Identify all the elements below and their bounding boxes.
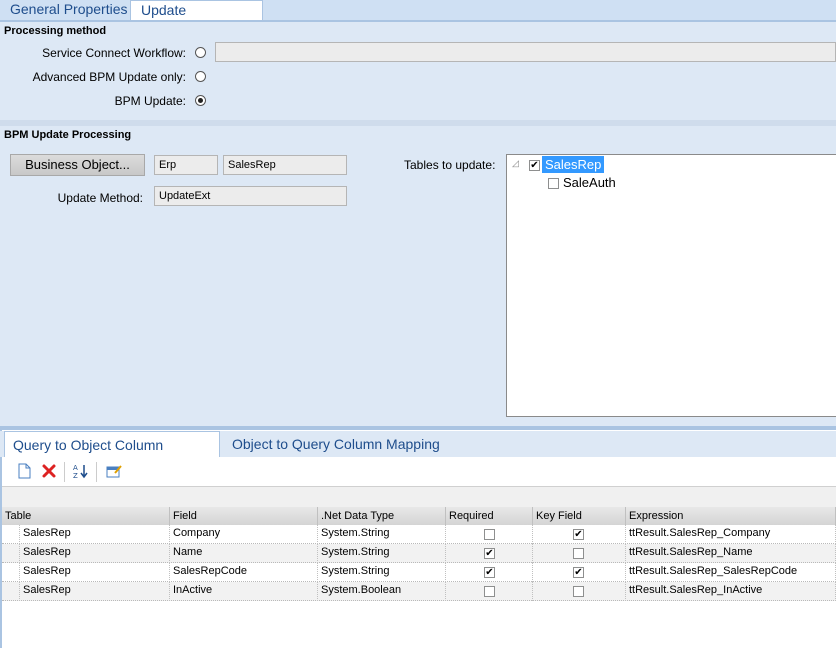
required-checkbox[interactable]: ✔ <box>484 567 495 578</box>
table-row[interactable]: SalesRep InActive System.Boolean ttResul… <box>2 582 836 601</box>
cell-required: ✔ <box>446 563 533 582</box>
cell-key-field: ✔ <box>533 525 626 544</box>
update-method-label: Update Method: <box>57 191 143 205</box>
cell-required <box>446 582 533 601</box>
column-header-expression[interactable]: Expression <box>626 507 836 525</box>
tree-node-saleauth[interactable]: SaleAuth <box>563 174 616 191</box>
table-row[interactable]: SalesRep Name System.String ✔ ttResult.S… <box>2 544 836 563</box>
cell-type[interactable]: System.String <box>318 525 446 544</box>
cell-table[interactable]: SalesRep <box>20 544 170 563</box>
grid-body: SalesRep Company System.String ✔ ttResul… <box>2 525 836 605</box>
cell-table[interactable]: SalesRep <box>20 525 170 544</box>
collapse-icon[interactable]: ◿ <box>512 158 519 169</box>
service-connect-radio[interactable] <box>195 47 206 58</box>
mapping-top-border <box>0 426 836 430</box>
workflow-field[interactable] <box>215 42 836 62</box>
table-row[interactable]: SalesRep Company System.String ✔ ttResul… <box>2 525 836 544</box>
cell-key-field <box>533 544 626 563</box>
edit-icon[interactable] <box>106 463 122 479</box>
cell-key-field: ✔ <box>533 563 626 582</box>
cell-expression[interactable]: ttResult.SalesRep_Name <box>626 544 836 563</box>
cell-field[interactable]: Company <box>170 525 318 544</box>
cell-required <box>446 525 533 544</box>
tab-query-to-object[interactable]: Query to Object Column Mapping <box>4 431 220 479</box>
tree-node-salesrep[interactable]: SalesRep <box>542 156 605 173</box>
required-checkbox[interactable] <box>484 529 495 540</box>
tab-update-processing[interactable]: Update Processing <box>130 0 263 36</box>
table-row[interactable]: SalesRep SalesRepCode System.String ✔ ✔ … <box>2 563 836 582</box>
sort-az-icon[interactable]: A Z <box>73 463 89 479</box>
advanced-bpm-radio[interactable] <box>195 71 206 82</box>
cell-field[interactable]: SalesRepCode <box>170 563 318 582</box>
bo-namespace-field[interactable]: Erp <box>154 155 218 175</box>
toolbar-separator <box>96 462 97 482</box>
tables-to-update-label: Tables to update: <box>404 158 496 172</box>
row-selector[interactable] <box>2 544 20 563</box>
delete-icon[interactable] <box>41 463 57 479</box>
row-selector[interactable] <box>2 563 20 582</box>
group-by-area[interactable] <box>2 487 836 507</box>
key-field-checkbox[interactable]: ✔ <box>573 529 584 540</box>
cell-key-field <box>533 582 626 601</box>
row-selector[interactable] <box>2 582 20 601</box>
top-tab-strip: General Properties Update Processing <box>0 0 836 36</box>
column-header-table[interactable]: Table <box>2 507 170 525</box>
cell-field[interactable]: Name <box>170 544 318 563</box>
processing-method-panel: Service Connect Workflow: Advanced BPM U… <box>0 40 836 120</box>
bpm-update-label: BPM Update: <box>114 94 186 108</box>
key-field-checkbox[interactable] <box>573 548 584 559</box>
cell-expression[interactable]: ttResult.SalesRep_Company <box>626 525 836 544</box>
cell-table[interactable]: SalesRep <box>20 582 170 601</box>
new-icon[interactable] <box>16 463 32 479</box>
tab-general-properties[interactable]: General Properties <box>0 0 138 20</box>
key-field-checkbox[interactable] <box>573 586 584 597</box>
mapping-toolbar: A Z <box>2 458 836 487</box>
bo-name-field[interactable]: SalesRep <box>223 155 347 175</box>
toolbar-separator <box>64 462 65 482</box>
cell-expression[interactable]: ttResult.SalesRep_InActive <box>626 582 836 601</box>
business-object-button[interactable]: Business Object... <box>10 154 145 176</box>
cell-required: ✔ <box>446 544 533 563</box>
cell-expression[interactable]: ttResult.SalesRep_SalesRepCode <box>626 563 836 582</box>
key-field-checkbox[interactable]: ✔ <box>573 567 584 578</box>
bpm-update-panel: Business Object... Erp SalesRep Update M… <box>0 144 836 426</box>
column-header-key-field[interactable]: Key Field <box>533 507 626 525</box>
column-header-type[interactable]: .Net Data Type <box>318 507 446 525</box>
cell-type[interactable]: System.String <box>318 563 446 582</box>
required-checkbox[interactable] <box>484 586 495 597</box>
grid-header: Table Field .Net Data Type Required Key … <box>2 507 836 525</box>
service-connect-label: Service Connect Workflow: <box>42 46 186 60</box>
salesrep-checkbox[interactable]: ✔ <box>529 160 540 171</box>
tables-tree: ◿ ✔ SalesRep SaleAuth <box>506 154 836 417</box>
tab-object-to-query[interactable]: Object to Query Column Mapping <box>224 431 448 457</box>
mapping-tab-strip: Query to Object Column Mapping Object to… <box>0 431 836 479</box>
cell-type[interactable]: System.String <box>318 544 446 563</box>
bpm-update-header: BPM Update Processing <box>0 126 836 144</box>
saleauth-checkbox[interactable] <box>548 178 559 189</box>
bpm-update-radio[interactable] <box>195 95 206 106</box>
required-checkbox[interactable]: ✔ <box>484 548 495 559</box>
processing-method-header: Processing method <box>0 22 836 40</box>
cell-field[interactable]: InActive <box>170 582 318 601</box>
update-method-field[interactable]: UpdateExt <box>154 186 347 206</box>
cell-type[interactable]: System.Boolean <box>318 582 446 601</box>
svg-text:A: A <box>73 464 78 472</box>
row-selector[interactable] <box>2 525 20 544</box>
column-header-field[interactable]: Field <box>170 507 318 525</box>
advanced-bpm-label: Advanced BPM Update only: <box>32 70 186 84</box>
svg-text:Z: Z <box>73 472 78 479</box>
cell-table[interactable]: SalesRep <box>20 563 170 582</box>
column-header-required[interactable]: Required <box>446 507 533 525</box>
